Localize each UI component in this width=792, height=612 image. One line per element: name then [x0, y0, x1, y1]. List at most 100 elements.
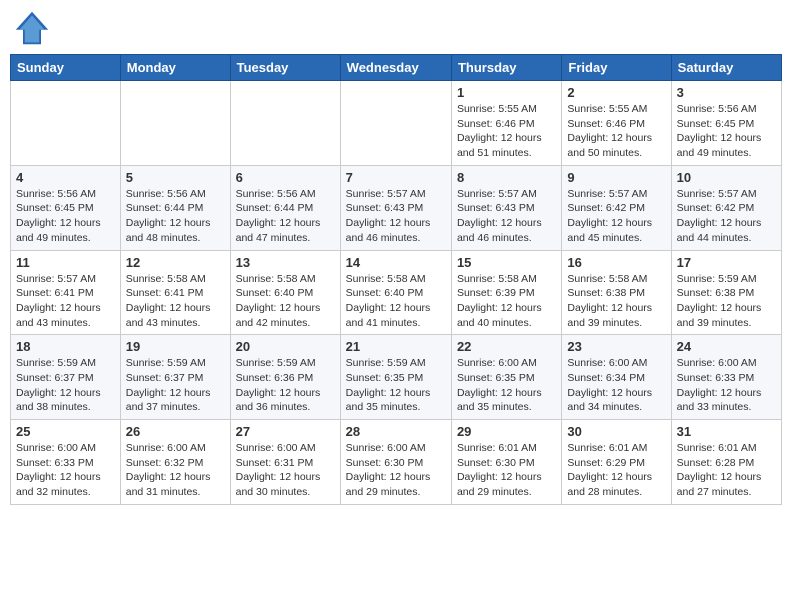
day-number: 2	[567, 85, 665, 100]
column-header-saturday: Saturday	[671, 55, 781, 81]
cell-content: Sunrise: 5:57 AM Sunset: 6:42 PM Dayligh…	[567, 187, 665, 246]
calendar-cell: 7Sunrise: 5:57 AM Sunset: 6:43 PM Daylig…	[340, 165, 451, 250]
day-number: 13	[236, 255, 335, 270]
cell-content: Sunrise: 6:00 AM Sunset: 6:31 PM Dayligh…	[236, 441, 335, 500]
calendar-cell: 31 Sunrise: 6:01 AM Sunset: 6:28 PM Dayli…	[671, 420, 781, 505]
cell-content: Sunrise: 5:58 AM Sunset: 6:40 PM Dayligh…	[346, 272, 446, 331]
calendar-cell: 23Sunrise: 6:00 AM Sunset: 6:34 PM Dayli…	[562, 335, 671, 420]
day-number: 7	[346, 170, 446, 185]
cell-content: Sunrise: 5:57 AM Sunset: 6:41 PM Dayligh…	[16, 272, 115, 331]
day-number: 25	[16, 424, 115, 439]
calendar-cell: 28 Sunrise: 6:00 AM Sunset: 6:30 PM Dayli…	[340, 420, 451, 505]
day-number: 5	[126, 170, 225, 185]
calendar-cell: 13 Sunrise: 5:58 AM Sunset: 6:40 PM Dayli…	[230, 250, 340, 335]
logo-icon	[14, 10, 50, 46]
column-header-monday: Monday	[120, 55, 230, 81]
calendar-cell: 6 Sunrise: 5:56 AM Sunset: 6:44 PM Daylig…	[230, 165, 340, 250]
column-header-sunday: Sunday	[11, 55, 121, 81]
cell-content: Sunrise: 5:55 AM Sunset: 6:46 PM Dayligh…	[567, 102, 665, 161]
day-number: 14	[346, 255, 446, 270]
day-number: 27	[236, 424, 335, 439]
day-number: 4	[16, 170, 115, 185]
day-number: 22	[457, 339, 556, 354]
cell-content: Sunrise: 5:59 AM Sunset: 6:36 PM Dayligh…	[236, 356, 335, 415]
calendar-week-3: 11 Sunrise: 5:57 AM Sunset: 6:41 PM Dayli…	[11, 250, 782, 335]
cell-content: Sunrise: 5:57 AM Sunset: 6:42 PM Dayligh…	[677, 187, 776, 246]
calendar-cell	[120, 81, 230, 166]
page-header	[10, 10, 782, 46]
cell-content: Sunrise: 6:01 AM Sunset: 6:29 PM Dayligh…	[567, 441, 665, 500]
day-number: 26	[126, 424, 225, 439]
day-number: 20	[236, 339, 335, 354]
day-number: 3	[677, 85, 776, 100]
calendar-cell: 14 Sunrise: 5:58 AM Sunset: 6:40 PM Dayli…	[340, 250, 451, 335]
day-number: 21	[346, 339, 446, 354]
cell-content: Sunrise: 5:56 AM Sunset: 6:44 PM Dayligh…	[236, 187, 335, 246]
calendar-cell: 11 Sunrise: 5:57 AM Sunset: 6:41 PM Dayli…	[11, 250, 121, 335]
calendar-cell	[230, 81, 340, 166]
calendar-cell: 17Sunrise: 5:59 AM Sunset: 6:38 PM Dayli…	[671, 250, 781, 335]
cell-content: Sunrise: 5:58 AM Sunset: 6:38 PM Dayligh…	[567, 272, 665, 331]
logo	[14, 10, 56, 46]
day-number: 11	[16, 255, 115, 270]
calendar-cell: 1Sunrise: 5:55 AM Sunset: 6:46 PM Daylig…	[451, 81, 561, 166]
cell-content: Sunrise: 5:59 AM Sunset: 6:38 PM Dayligh…	[677, 272, 776, 331]
cell-content: Sunrise: 5:55 AM Sunset: 6:46 PM Dayligh…	[457, 102, 556, 161]
calendar-cell: 30 Sunrise: 6:01 AM Sunset: 6:29 PM Dayli…	[562, 420, 671, 505]
day-number: 16	[567, 255, 665, 270]
calendar-cell: 5 Sunrise: 5:56 AM Sunset: 6:44 PM Daylig…	[120, 165, 230, 250]
calendar-cell	[11, 81, 121, 166]
cell-content: Sunrise: 5:57 AM Sunset: 6:43 PM Dayligh…	[457, 187, 556, 246]
calendar-cell: 9 Sunrise: 5:57 AM Sunset: 6:42 PM Daylig…	[562, 165, 671, 250]
calendar-table: SundayMondayTuesdayWednesdayThursdayFrid…	[10, 54, 782, 505]
calendar-cell: 19 Sunrise: 5:59 AM Sunset: 6:37 PM Dayli…	[120, 335, 230, 420]
cell-content: Sunrise: 5:59 AM Sunset: 6:35 PM Dayligh…	[346, 356, 446, 415]
day-number: 9	[567, 170, 665, 185]
column-header-thursday: Thursday	[451, 55, 561, 81]
calendar-cell: 12Sunrise: 5:58 AM Sunset: 6:41 PM Dayli…	[120, 250, 230, 335]
calendar-cell: 3 Sunrise: 5:56 AM Sunset: 6:45 PM Daylig…	[671, 81, 781, 166]
calendar-cell: 26 Sunrise: 6:00 AM Sunset: 6:32 PM Dayli…	[120, 420, 230, 505]
calendar-cell: 2 Sunrise: 5:55 AM Sunset: 6:46 PM Daylig…	[562, 81, 671, 166]
day-number: 31	[677, 424, 776, 439]
cell-content: Sunrise: 5:56 AM Sunset: 6:45 PM Dayligh…	[16, 187, 115, 246]
cell-content: Sunrise: 6:00 AM Sunset: 6:30 PM Dayligh…	[346, 441, 446, 500]
calendar-cell: 22 Sunrise: 6:00 AM Sunset: 6:35 PM Dayli…	[451, 335, 561, 420]
calendar-cell: 4 Sunrise: 5:56 AM Sunset: 6:45 PM Daylig…	[11, 165, 121, 250]
cell-content: Sunrise: 5:59 AM Sunset: 6:37 PM Dayligh…	[126, 356, 225, 415]
calendar-cell: 10Sunrise: 5:57 AM Sunset: 6:42 PM Dayli…	[671, 165, 781, 250]
day-number: 28	[346, 424, 446, 439]
day-number: 8	[457, 170, 556, 185]
calendar-week-5: 25 Sunrise: 6:00 AM Sunset: 6:33 PM Dayli…	[11, 420, 782, 505]
cell-content: Sunrise: 6:00 AM Sunset: 6:35 PM Dayligh…	[457, 356, 556, 415]
cell-content: Sunrise: 5:59 AM Sunset: 6:37 PM Dayligh…	[16, 356, 115, 415]
cell-content: Sunrise: 5:58 AM Sunset: 6:39 PM Dayligh…	[457, 272, 556, 331]
calendar-week-1: 1Sunrise: 5:55 AM Sunset: 6:46 PM Daylig…	[11, 81, 782, 166]
column-header-friday: Friday	[562, 55, 671, 81]
day-number: 15	[457, 255, 556, 270]
day-number: 12	[126, 255, 225, 270]
calendar-cell	[340, 81, 451, 166]
cell-content: Sunrise: 5:56 AM Sunset: 6:44 PM Dayligh…	[126, 187, 225, 246]
cell-content: Sunrise: 6:00 AM Sunset: 6:33 PM Dayligh…	[677, 356, 776, 415]
calendar-week-2: 4 Sunrise: 5:56 AM Sunset: 6:45 PM Daylig…	[11, 165, 782, 250]
calendar-header-row: SundayMondayTuesdayWednesdayThursdayFrid…	[11, 55, 782, 81]
day-number: 23	[567, 339, 665, 354]
day-number: 24	[677, 339, 776, 354]
cell-content: Sunrise: 5:56 AM Sunset: 6:45 PM Dayligh…	[677, 102, 776, 161]
day-number: 18	[16, 339, 115, 354]
cell-content: Sunrise: 5:58 AM Sunset: 6:40 PM Dayligh…	[236, 272, 335, 331]
calendar-cell: 16 Sunrise: 5:58 AM Sunset: 6:38 PM Dayli…	[562, 250, 671, 335]
calendar-cell: 24 Sunrise: 6:00 AM Sunset: 6:33 PM Dayli…	[671, 335, 781, 420]
cell-content: Sunrise: 6:01 AM Sunset: 6:28 PM Dayligh…	[677, 441, 776, 500]
day-number: 6	[236, 170, 335, 185]
calendar-cell: 21 Sunrise: 5:59 AM Sunset: 6:35 PM Dayli…	[340, 335, 451, 420]
day-number: 30	[567, 424, 665, 439]
day-number: 19	[126, 339, 225, 354]
cell-content: Sunrise: 6:00 AM Sunset: 6:33 PM Dayligh…	[16, 441, 115, 500]
calendar-cell: 15 Sunrise: 5:58 AM Sunset: 6:39 PM Dayli…	[451, 250, 561, 335]
cell-content: Sunrise: 6:01 AM Sunset: 6:30 PM Dayligh…	[457, 441, 556, 500]
calendar-cell: 8 Sunrise: 5:57 AM Sunset: 6:43 PM Daylig…	[451, 165, 561, 250]
column-header-tuesday: Tuesday	[230, 55, 340, 81]
cell-content: Sunrise: 6:00 AM Sunset: 6:32 PM Dayligh…	[126, 441, 225, 500]
